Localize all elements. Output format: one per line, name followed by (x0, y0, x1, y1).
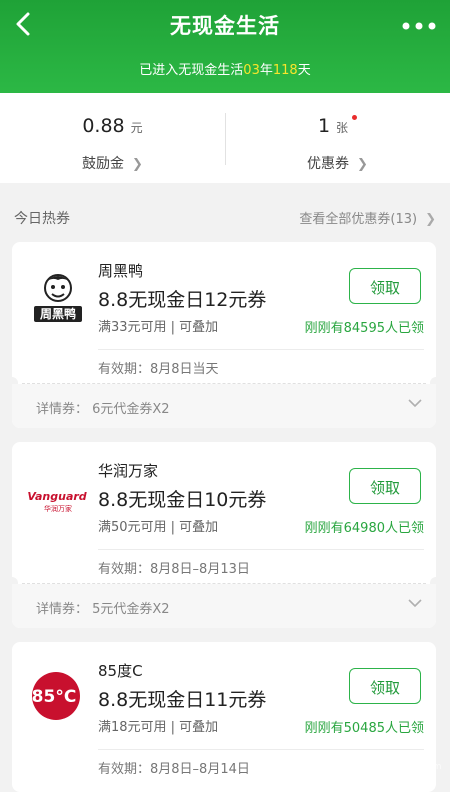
view-all-label: 查看全部优惠券(13) (299, 212, 418, 227)
validity-period: 有效期：8月8日当天 (98, 362, 219, 377)
coupon-detail: 详情券： 5元代金券X2 (36, 602, 170, 617)
zhouheiya-logo-text: 周黑鸭 (40, 306, 76, 321)
incentive-label: 鼓励金 (82, 156, 125, 172)
site-watermark: www.xiazaiba.com (350, 762, 442, 772)
view-all-coupons-link[interactable]: 查看全部优惠券(13) ❯ (299, 208, 436, 227)
coupon-summary[interactable]: 1张 优惠券 ❯ (225, 93, 450, 183)
claim-button[interactable]: 领取 (349, 468, 421, 504)
duration-days: 118 (272, 63, 298, 78)
coupon-detail: 详情券： 6元代金券X2 (36, 402, 170, 417)
chevron-right-icon: ❯ (132, 157, 143, 172)
section-title: 今日热券 (14, 211, 70, 227)
vanguard-logo-subtext: 华润万家 (44, 504, 72, 513)
chevron-down-icon (408, 599, 422, 608)
85c-logo: 85°C (32, 672, 80, 720)
coupon-detail-toggle[interactable]: 详情券： 6元代金券X2 (12, 384, 436, 428)
validity-period: 有效期：8月8日–8月13日 (98, 562, 250, 577)
brand-name: 华润万家 (98, 462, 159, 480)
divider (98, 749, 424, 750)
zhouheiya-logo: 周黑鸭 (34, 274, 82, 322)
coupon-count: 1 (317, 115, 331, 137)
incentive-summary[interactable]: 0.88 元 鼓励金 ❯ (0, 93, 225, 183)
coupon-link[interactable]: 优惠券 ❯ (225, 153, 450, 173)
brand-name: 85度C (98, 662, 143, 680)
claimed-count: 刚刚有64980人已领 (304, 521, 424, 536)
claim-button[interactable]: 领取 (349, 668, 421, 704)
claim-button[interactable]: 领取 (349, 268, 421, 304)
coupon-title: 8.8无现金日12元券 (98, 289, 267, 311)
more-options-icon[interactable] (402, 22, 436, 30)
coupon-unit: 张 (336, 121, 349, 135)
duration-prefix: 已进入无现金生活 (139, 63, 244, 78)
incentive-value-row: 0.88 元 (0, 115, 225, 137)
incentive-unit: 元 (130, 121, 143, 135)
coupon-title: 8.8无现金日11元券 (98, 689, 267, 711)
coupon-value-row: 1张 (225, 115, 450, 137)
claimed-count: 刚刚有84595人已领 (304, 321, 424, 336)
vanguard-logo: Vanguard 华润万家 (28, 490, 87, 513)
coupon-title: 8.8无现金日10元券 (98, 489, 267, 511)
vanguard-logo-text: Vanguard (28, 490, 87, 503)
chevron-right-icon: ❯ (357, 157, 368, 172)
hot-coupons-header: 今日热券 查看全部优惠券(13) ❯ (14, 208, 436, 228)
chevron-down-icon (408, 399, 422, 408)
incentive-amount: 0.88 (82, 115, 125, 137)
notification-dot (352, 115, 358, 120)
coupon-label: 优惠券 (307, 156, 350, 172)
cashless-duration: 已进入无现金生活03年118天 (0, 59, 450, 78)
duration-year-unit: 年 (259, 63, 273, 78)
incentive-link[interactable]: 鼓励金 ❯ (0, 153, 225, 173)
coupon-card-vanguard: Vanguard 华润万家 华润万家 8.8无现金日10元券 满50元可用 | … (12, 442, 436, 628)
divider (98, 549, 424, 550)
brand-name: 周黑鸭 (98, 262, 144, 280)
coupon-condition: 满50元可用 | 可叠加 (98, 520, 219, 535)
header-bar: 无现金生活 已进入无现金生活03年118天 (0, 0, 450, 93)
validity-period: 有效期：8月8日–8月14日 (98, 762, 250, 777)
coupon-condition: 满18元可用 | 可叠加 (98, 720, 219, 735)
coupon-card-zhouheiya: 周黑鸭 周黑鸭 8.8无现金日12元券 满33元可用 | 可叠加 领取 刚刚有8… (12, 242, 436, 428)
page-title: 无现金生活 (170, 14, 280, 38)
chevron-right-icon: ❯ (425, 212, 436, 227)
claimed-count: 刚刚有50485人已领 (304, 721, 424, 736)
summary-panel: 0.88 元 鼓励金 ❯ 1张 优惠券 ❯ (0, 93, 450, 183)
coupon-condition: 满33元可用 | 可叠加 (98, 320, 219, 335)
duration-years: 03 (243, 63, 260, 78)
coupon-detail-toggle[interactable]: 详情券： 5元代金券X2 (12, 584, 436, 628)
85c-logo-text: 85°C (32, 687, 77, 707)
divider (98, 349, 424, 350)
duration-day-unit: 天 (297, 63, 311, 78)
